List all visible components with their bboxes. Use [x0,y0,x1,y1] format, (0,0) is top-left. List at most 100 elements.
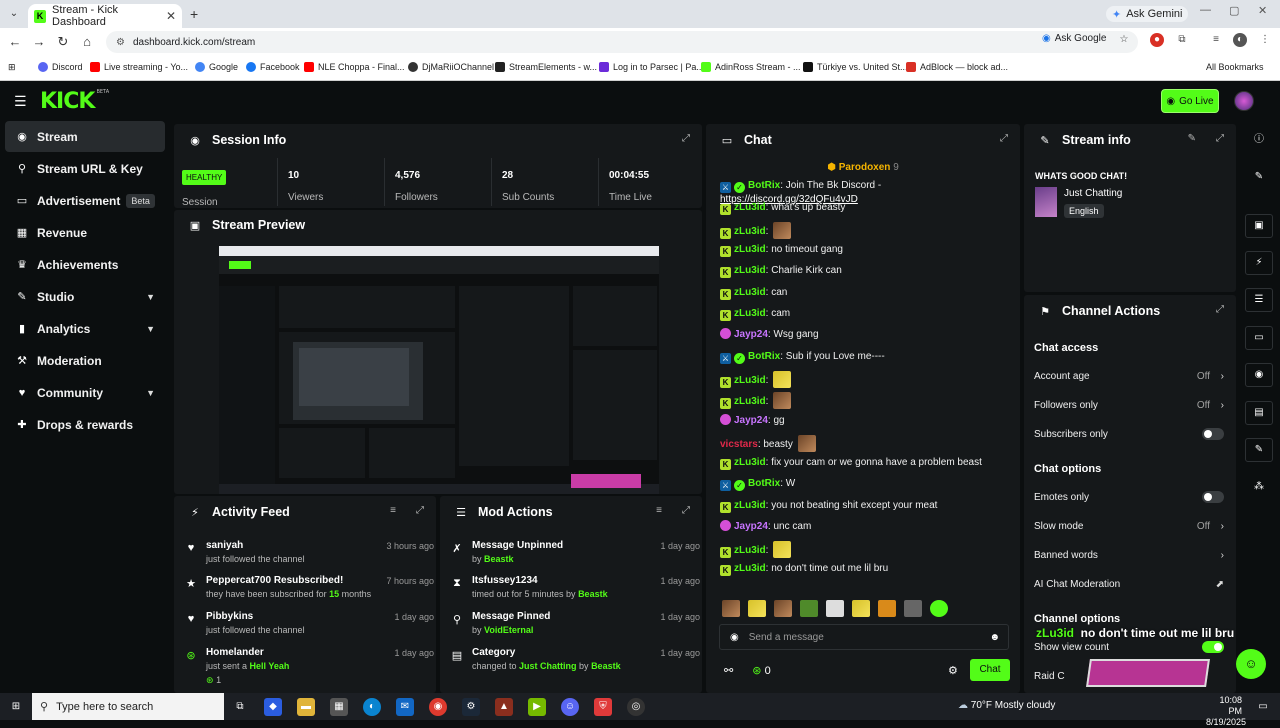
chat-username[interactable]: vicstars [720,439,758,450]
mail-icon[interactable]: ✉ [396,698,414,716]
apps-icon[interactable]: ⊞ [8,62,16,73]
all-bookmarks[interactable]: All Bookmarks [1206,62,1264,72]
site-info-icon[interactable]: ⚙ [116,37,125,48]
steam-icon[interactable]: ⚙ [462,698,480,716]
edit-icon[interactable]: ✎ [1188,133,1196,144]
extensions-puzzle-icon[interactable]: ⧉ [1175,33,1189,47]
show-view-count-toggle[interactable] [1202,641,1224,653]
chat-bubble-icon[interactable]: ☺ [1236,649,1266,679]
filter-icon[interactable]: ≡ [656,505,662,516]
chat-username[interactable]: zLu3id [734,457,766,468]
category-name[interactable]: Just Chatting [1064,188,1122,199]
sidebar-item-community[interactable]: ♥ Community ▼ [5,377,165,408]
file-explorer-icon[interactable]: ▬ [297,698,315,716]
chat-username[interactable]: zLu3id [734,244,766,255]
emote-icon[interactable] [852,600,870,617]
banned-words-row[interactable]: Banned words › [1034,545,1224,565]
obs-icon[interactable]: ◎ [627,698,645,716]
popout-icon[interactable]: ⤢ [1216,133,1224,144]
close-window-icon[interactable]: ✕ [1258,4,1267,17]
chat-username[interactable]: zLu3id [734,265,766,276]
chat-username[interactable]: Jayp24 [734,415,768,426]
stack-icon[interactable]: ▤ [1245,401,1273,425]
bookmark-live-streaming[interactable]: Live streaming - Yo... [90,62,188,72]
ask-gemini-button[interactable]: ✦ Ask Gemini [1106,6,1189,22]
bookmark-adblock[interactable]: AdBlock — block ad... [906,62,1008,72]
extension-icon[interactable]: ● [1150,33,1164,47]
bookmark-djmariio[interactable]: DjMaRiiOChannel [408,62,494,72]
chat-username[interactable]: zLu3id [734,202,766,213]
chat-username[interactable]: zLu3id [734,396,766,407]
info-icon[interactable]: ⓘ [1245,129,1273,153]
new-tab-icon[interactable]: + [190,6,198,22]
list-icon[interactable]: ☰ [1245,288,1273,312]
emote-icon[interactable] [826,600,844,617]
emote-icon[interactable] [878,600,896,617]
emote-icon[interactable] [722,600,740,617]
star-icon[interactable]: ☆ [1117,33,1131,47]
chat-username[interactable]: zLu3id [734,375,766,386]
ask-google-button[interactable]: ◉ Ask Google [1042,33,1106,44]
chat-username[interactable]: zLu3id [734,308,766,319]
link-icon[interactable]: ⚯ [724,665,733,677]
tab-search-icon[interactable]: ⌄ [6,6,22,22]
chat-username[interactable]: Jayp24 [734,521,768,532]
popout-icon[interactable]: ⤢ [1000,133,1008,144]
chat-username[interactable]: zLu3id [734,545,766,556]
bookmark-facebook[interactable]: Facebook [246,62,300,72]
bookmark-discord[interactable]: Discord [38,62,83,72]
maximize-icon[interactable]: ▢ [1229,4,1239,17]
nvidia-icon[interactable]: ▶ [528,698,546,716]
filter-icon[interactable]: ≡ [390,505,396,516]
discord-icon[interactable]: ☺ [561,698,579,716]
bookmark-nle-choppa[interactable]: NLE Choppa - Final... [304,62,405,72]
emoji-icon[interactable]: ☻ [989,632,1000,643]
emotes-only-toggle[interactable] [1202,491,1224,503]
chat-username[interactable]: BotRix [748,478,780,489]
gear-icon[interactable]: ⚙ [948,664,958,677]
subscribers-only-toggle[interactable] [1202,428,1224,440]
chrome-icon[interactable]: ◉ [429,698,447,716]
sidebar-item-achievements[interactable]: ♛ Achievements [5,249,165,280]
clock[interactable]: 10:08 PM 8/19/2025 [1206,695,1246,728]
sidebar-item-drops-rewards[interactable]: ✚ Drops & rewards [5,409,165,440]
slow-mode-row[interactable]: Slow mode Off › [1034,516,1224,536]
edge-icon[interactable]: ◐ [363,698,381,716]
address-bar[interactable]: ⚙ dashboard.kick.com/stream [106,31,1138,53]
chat-icon[interactable]: ▭ [1245,326,1273,350]
app-icon[interactable]: ▲ [495,698,513,716]
store-icon[interactable]: ▦ [330,698,348,716]
followers-only-row[interactable]: Followers only Off › [1034,395,1224,415]
weather[interactable]: ☁ 70°F Mostly cloudy [958,700,1055,711]
send-chat-button[interactable]: Chat [970,659,1010,681]
preview-icon[interactable]: ▣ [1245,214,1273,238]
notifications-icon[interactable]: ▭ [1254,698,1272,716]
user-avatar[interactable] [1234,91,1254,111]
bookmark-streamelements[interactable]: StreamElements - w... [495,62,597,72]
sidebar-item-analytics[interactable]: ▮ Analytics ▼ [5,313,165,344]
shield-icon[interactable]: ⛨ [594,698,612,716]
emote-icon[interactable] [748,600,766,617]
sidebar-item-stream-url-key[interactable]: ⚲ Stream URL & Key [5,153,165,184]
pinned-user[interactable]: ⬢ Parodoxen 9 [706,162,1020,173]
menu-icon[interactable]: ☰ [14,93,27,110]
popout-icon[interactable]: ⤢ [682,505,690,516]
wrench-icon[interactable]: ✎ [1245,438,1273,462]
reload-icon[interactable]: ↻ [55,34,71,50]
stream-preview-video[interactable] [219,246,659,494]
back-icon[interactable]: ← [7,34,23,49]
bookmark-parsec[interactable]: Log in to Parsec | Pa... [599,62,704,72]
bookmark-adinross[interactable]: AdinRoss Stream - ... [701,62,801,72]
popout-icon[interactable]: ⤢ [1216,304,1224,315]
bolt-icon[interactable]: ⚡ [1245,251,1273,275]
taskbar-search[interactable]: ⚲ Type here to search [32,693,224,720]
sidebar-item-revenue[interactable]: ▦ Revenue [5,217,165,248]
chat-input[interactable]: ◉ Send a message ☻ [719,624,1009,650]
emote-icon[interactable] [774,600,792,617]
chat-username[interactable]: zLu3id [734,563,766,574]
chat-username[interactable]: zLu3id [734,226,766,237]
emote-icon[interactable] [904,600,922,617]
bookmark-turkiye[interactable]: Türkiye vs. United St... [803,62,908,72]
popout-icon[interactable]: ⤢ [682,133,690,144]
home-icon[interactable]: ⌂ [79,34,95,49]
